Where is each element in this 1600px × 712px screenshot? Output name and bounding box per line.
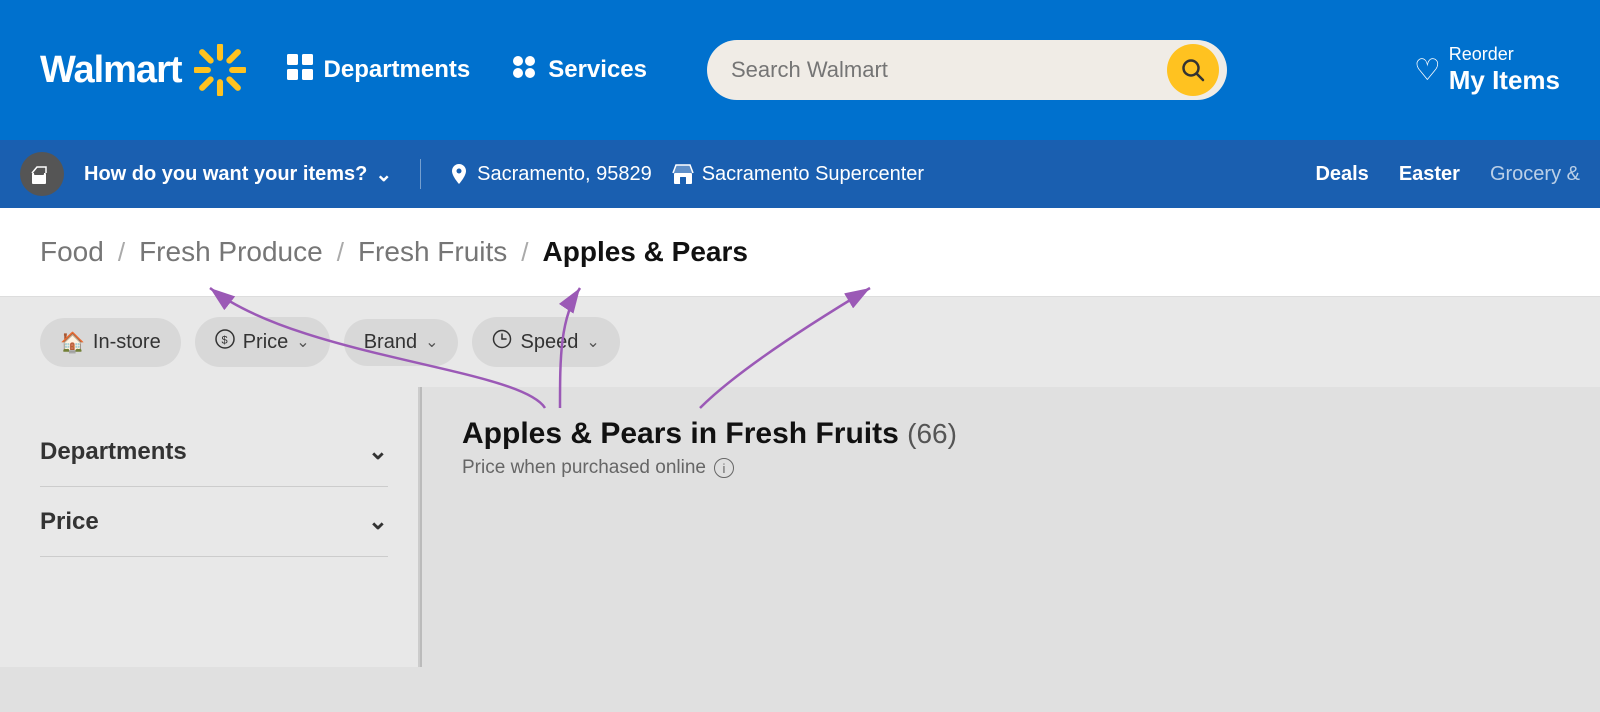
product-area: Apples & Pears in Fresh Fruits (66) Pric… (422, 387, 1600, 667)
product-heading: Apples & Pears in Fresh Fruits (66) (462, 417, 957, 450)
walmart-logo[interactable]: Walmart (40, 44, 246, 96)
delivery-chevron: ⌄ (375, 162, 392, 187)
main-area: Departments ⌄ Price ⌄ Apples & Pears in … (0, 387, 1600, 667)
breadcrumb-sep-2: / (337, 237, 344, 268)
price-note: Price when purchased online i (462, 457, 1560, 479)
deals-link[interactable]: Deals (1315, 163, 1368, 186)
departments-chevron-icon: ⌄ (368, 437, 388, 466)
breadcrumb-sep-1: / (118, 237, 125, 268)
departments-sidebar-toggle[interactable]: Departments ⌄ (40, 437, 388, 466)
speed-icon (492, 329, 512, 355)
nav-divider (420, 159, 421, 189)
price-sidebar-label: Price (40, 508, 99, 536)
brand-chevron-icon: ⌄ (425, 332, 438, 352)
price-info-icon[interactable]: i (714, 458, 734, 478)
wishlist-icon[interactable]: ♡ (1414, 53, 1441, 88)
svg-text:$: $ (221, 335, 227, 347)
grocery-link[interactable]: Grocery & (1490, 163, 1580, 186)
instore-icon: 🏠 (60, 330, 85, 355)
delivery-label: How do you want your items? (84, 163, 367, 186)
departments-nav[interactable]: Departments (286, 53, 471, 87)
delivery-selector[interactable]: How do you want your items? ⌄ (84, 162, 392, 187)
search-input[interactable] (731, 57, 1167, 83)
easter-link[interactable]: Easter (1399, 163, 1460, 186)
speed-filter[interactable]: Speed ⌄ (472, 317, 619, 367)
breadcrumb-current: Apples & Pears (543, 236, 748, 268)
product-count: (66) (907, 418, 957, 449)
departments-sidebar-label: Departments (40, 438, 187, 466)
sidebar: Departments ⌄ Price ⌄ (0, 387, 420, 667)
departments-label: Departments (324, 56, 471, 84)
price-sidebar-toggle[interactable]: Price ⌄ (40, 507, 388, 536)
breadcrumb-sep-3: / (521, 237, 528, 268)
location-text: Sacramento, 95829 (477, 163, 652, 186)
store-display[interactable]: Sacramento Supercenter (672, 163, 924, 186)
search-icon (1180, 57, 1206, 83)
location-icon (449, 163, 469, 185)
product-heading-text: Apples & Pears in Fresh Fruits (462, 417, 899, 450)
breadcrumb-fresh-fruits[interactable]: Fresh Fruits (358, 236, 507, 268)
reorder-section[interactable]: Reorder My Items (1449, 44, 1560, 96)
store-text: Sacramento Supercenter (702, 163, 924, 186)
instore-label: In-store (93, 331, 161, 354)
search-button[interactable] (1167, 44, 1219, 96)
services-nav[interactable]: Services (510, 53, 647, 87)
departments-sidebar-section: Departments ⌄ (40, 417, 388, 487)
instore-filter[interactable]: 🏠 In-store (40, 318, 181, 367)
speed-chevron-icon: ⌄ (586, 332, 599, 352)
nav-right: ♡ Reorder My Items (1414, 44, 1560, 96)
filter-row: 🏠 In-store $ Price ⌄ Brand ⌄ Speed ⌄ (0, 297, 1600, 387)
price-sidebar-chevron-icon: ⌄ (368, 507, 388, 536)
price-filter[interactable]: $ Price ⌄ (195, 317, 330, 367)
services-label: Services (548, 56, 647, 84)
breadcrumb-bar: Food / Fresh Produce / Fresh Fruits / Ap… (0, 208, 1600, 297)
reorder-label: Reorder (1449, 44, 1514, 65)
product-heading-row: Apples & Pears in Fresh Fruits (66) (462, 417, 1560, 451)
price-icon: $ (215, 329, 235, 355)
sub-nav-links: Deals Easter Grocery & (1315, 163, 1580, 186)
my-items-label: My Items (1449, 65, 1560, 96)
breadcrumb-section: Food / Fresh Produce / Fresh Fruits / Ap… (0, 208, 1600, 297)
sub-navigation: How do you want your items? ⌄ Sacramento… (0, 140, 1600, 208)
search-bar (707, 40, 1227, 100)
price-chevron-icon: ⌄ (296, 332, 309, 352)
brand-filter[interactable]: Brand ⌄ (344, 319, 459, 366)
spark-icon (194, 44, 246, 96)
breadcrumb-fresh-produce[interactable]: Fresh Produce (139, 236, 323, 268)
delivery-icon (20, 152, 64, 196)
price-note-text: Price when purchased online (462, 457, 706, 479)
brand-label: Brand (364, 331, 417, 354)
price-sidebar-section: Price ⌄ (40, 487, 388, 557)
top-navigation: Walmart Departments Services (0, 0, 1600, 140)
services-icon (510, 53, 538, 87)
breadcrumb-food[interactable]: Food (40, 236, 104, 268)
speed-label: Speed (520, 331, 578, 354)
price-label: Price (243, 331, 289, 354)
breadcrumb: Food / Fresh Produce / Fresh Fruits / Ap… (40, 236, 1560, 268)
store-icon (672, 163, 694, 185)
departments-icon (286, 53, 314, 87)
logo-text: Walmart (40, 49, 182, 92)
location-display[interactable]: Sacramento, 95829 (449, 163, 652, 186)
